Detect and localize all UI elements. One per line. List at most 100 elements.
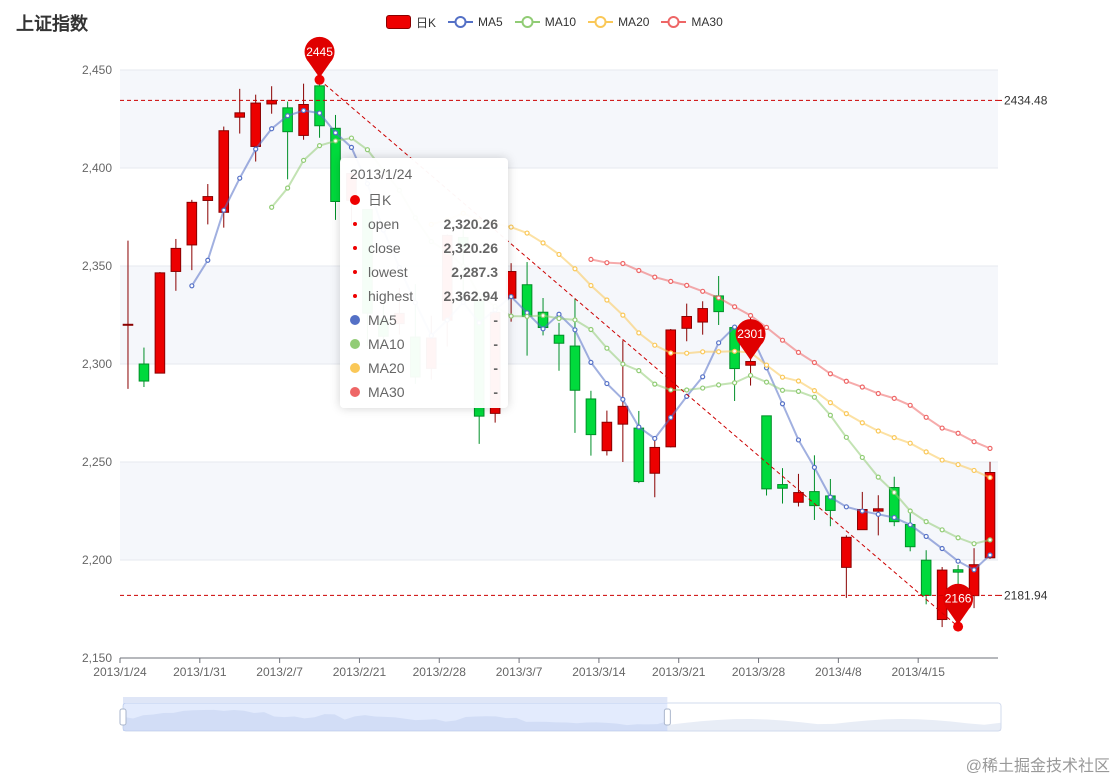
candle xyxy=(282,107,293,133)
tooltip-open-label: open xyxy=(368,216,400,232)
candle xyxy=(218,130,230,213)
zoom-handle[interactable] xyxy=(119,708,127,726)
ma5-point xyxy=(556,311,562,317)
candle xyxy=(170,247,182,272)
ma5-point xyxy=(316,110,323,116)
ma20-point xyxy=(572,266,578,272)
ma10-point xyxy=(572,317,578,323)
ma20-point xyxy=(652,342,658,348)
ma10-point xyxy=(795,388,802,394)
bullet-icon xyxy=(353,222,357,226)
candle xyxy=(872,508,884,512)
x-tick-label: 2013/2/21 xyxy=(333,665,387,679)
x-tick-label: 2013/2/28 xyxy=(413,665,467,679)
tooltip-ma10-value: - xyxy=(493,336,498,352)
ma20-point xyxy=(684,350,690,356)
ma5-point xyxy=(955,558,961,564)
ma5-point xyxy=(923,533,929,540)
markline-label: 2181.94 xyxy=(1004,588,1048,602)
ma30-point xyxy=(987,445,993,451)
x-tick-label: 2013/1/24 xyxy=(93,665,147,679)
ma20-point xyxy=(971,467,977,474)
ma20-point xyxy=(923,449,929,455)
ma5-point xyxy=(285,113,291,119)
ma5-point xyxy=(891,514,897,521)
tooltip-lowest-label: lowest xyxy=(368,264,408,280)
ma20-point xyxy=(795,378,802,384)
ma10-point xyxy=(731,380,738,386)
x-tick-label: 2013/3/21 xyxy=(652,665,706,679)
tooltip-ma5-label: MA5 xyxy=(368,312,397,328)
ma5-point xyxy=(300,107,307,114)
candle xyxy=(569,345,581,391)
x-tick-label: 2013/4/8 xyxy=(815,665,862,679)
ma30-point xyxy=(955,430,961,436)
tooltip-row-close: close 2,320.26 xyxy=(350,236,498,260)
ma5-point xyxy=(987,552,993,558)
ma20-point xyxy=(524,230,530,236)
candlestick-chart: 2,150 2,200 2,250 2,300 2,350 2,400 2,450 2013/… xyxy=(82,36,1048,732)
x-tick-label: 2013/1/31 xyxy=(173,665,227,679)
tooltip-row-ma10: MA10 - xyxy=(350,332,498,356)
ma30-point xyxy=(588,256,594,263)
ma10-point xyxy=(939,527,945,533)
ma30-point xyxy=(636,267,642,274)
ma20-point xyxy=(556,251,562,258)
ma20-point xyxy=(779,374,786,380)
ma10-point xyxy=(508,313,514,319)
ma5-point xyxy=(508,293,514,300)
ma30-point xyxy=(620,260,626,267)
ma5-point xyxy=(700,374,706,380)
ma5-point xyxy=(588,359,594,366)
ma5-point xyxy=(620,396,626,402)
ma20-point xyxy=(716,349,722,355)
ma10-point xyxy=(636,368,642,374)
y-tick-label: 2,400 xyxy=(82,161,112,175)
candle xyxy=(234,112,246,118)
ma10-point xyxy=(987,537,993,543)
tooltip-row-ma30: MA30 - xyxy=(350,380,498,404)
candle xyxy=(841,536,852,568)
ma20-dot-icon xyxy=(350,363,360,373)
ma5-point xyxy=(779,401,786,407)
markpoint-label: 2166 xyxy=(945,592,972,606)
ma30-point xyxy=(779,337,786,343)
zoom-handle[interactable] xyxy=(663,708,671,726)
ma20-point xyxy=(939,457,945,463)
ma10-point xyxy=(364,147,371,153)
candle xyxy=(920,559,932,596)
markpoint-label: 2445 xyxy=(306,45,333,59)
candle xyxy=(617,405,629,425)
ma10-point xyxy=(668,387,674,393)
ma5-point xyxy=(907,522,913,528)
ma10-point xyxy=(843,434,849,440)
ma5-point xyxy=(636,424,642,430)
tooltip-lowest-value: 2,287.3 xyxy=(451,264,498,280)
ma30-point xyxy=(907,402,913,408)
ma10-point xyxy=(907,508,913,514)
ma10-point xyxy=(875,474,881,480)
tooltip-date: 2013/1/24 xyxy=(350,166,413,182)
candle xyxy=(649,446,661,474)
candle xyxy=(154,272,166,374)
ma10-point xyxy=(971,541,977,547)
ma30-point xyxy=(843,378,849,384)
candle xyxy=(553,334,565,344)
ma20-point xyxy=(907,440,913,446)
ma30-point xyxy=(859,384,865,390)
candle xyxy=(122,323,134,326)
y-tick-label: 2,200 xyxy=(82,553,112,567)
ma5-point xyxy=(668,414,674,421)
ma5-point xyxy=(652,435,658,442)
ma10-point xyxy=(779,387,786,393)
ma20-point xyxy=(731,348,738,354)
x-tick-label: 2013/3/14 xyxy=(572,665,626,679)
ma10-point xyxy=(316,143,323,149)
ma30-point xyxy=(875,390,881,397)
ma10-point xyxy=(285,185,291,191)
markline-label: 2434.48 xyxy=(1004,93,1048,107)
tooltip-ma10-label: MA10 xyxy=(368,336,405,352)
tooltip-highest-value: 2,362.94 xyxy=(443,288,499,304)
y-tick-label: 2,300 xyxy=(82,357,112,371)
ma20-point xyxy=(811,388,818,394)
